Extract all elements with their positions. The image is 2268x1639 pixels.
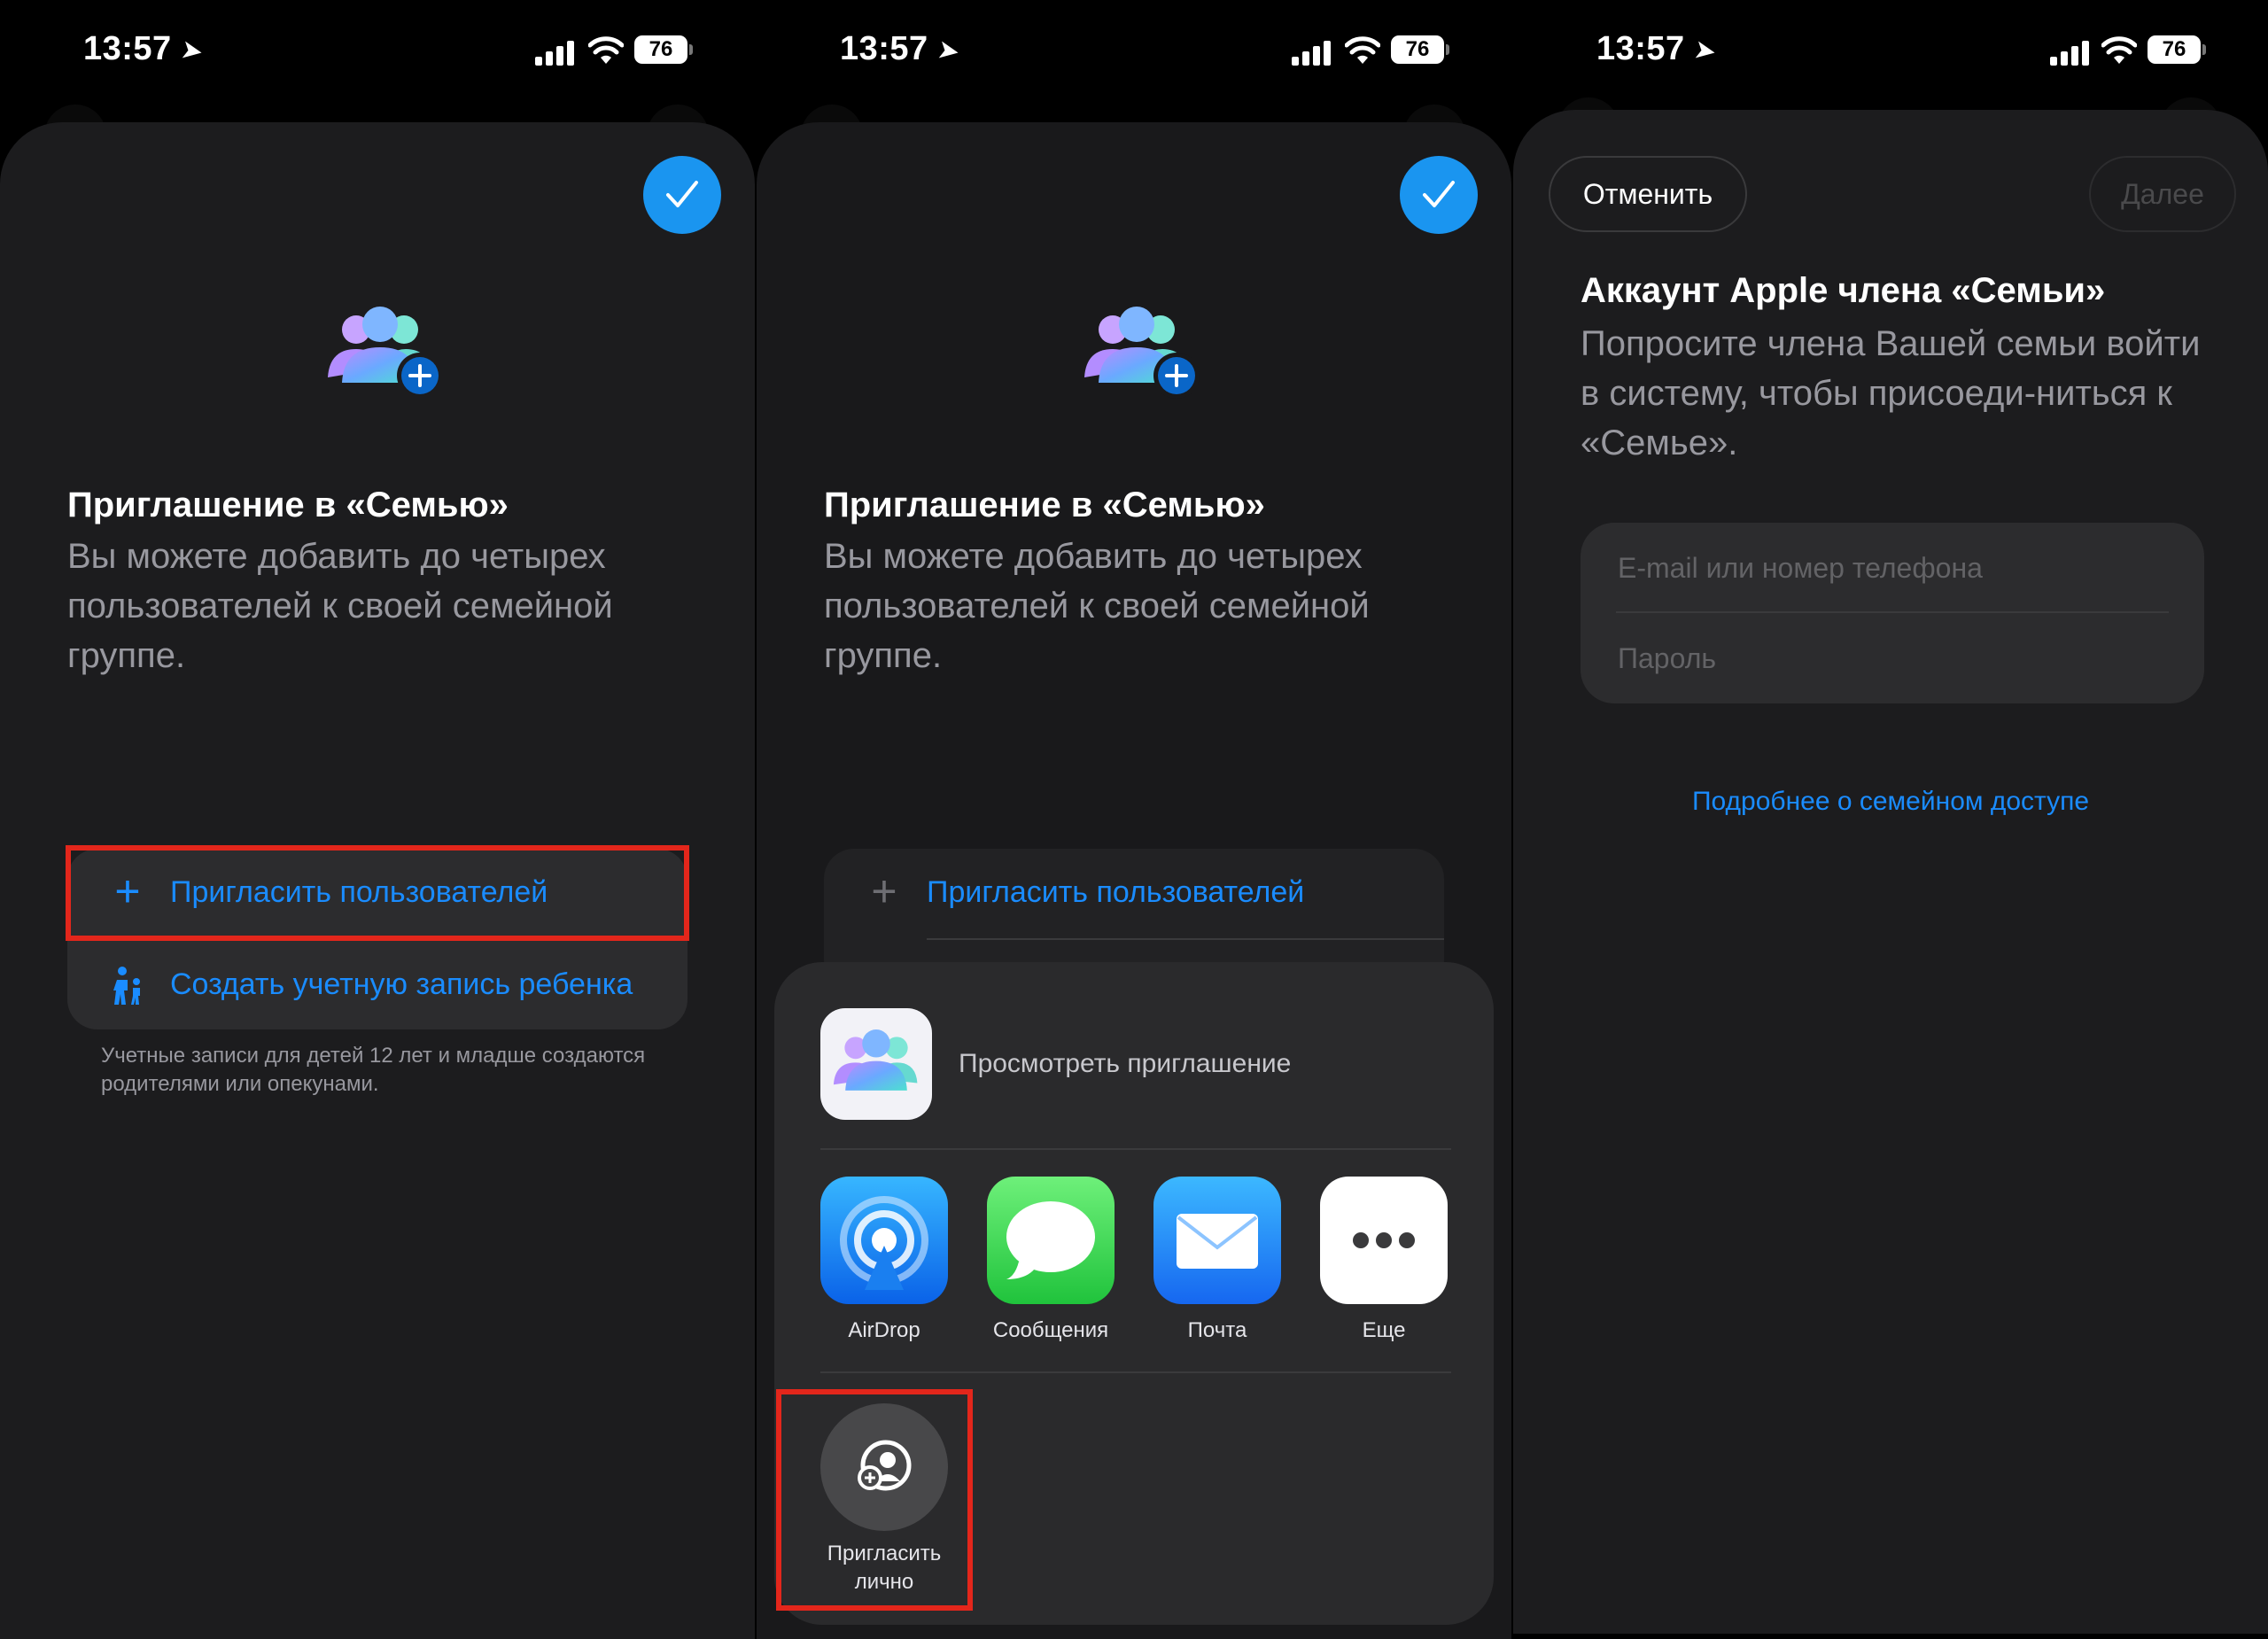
more-label: Еще [1362,1318,1406,1342]
share-messages-button[interactable]: Сообщения [987,1177,1115,1343]
airdrop-icon [820,1177,948,1304]
cellular-signal-icon [535,39,578,66]
invitation-preview-thumbnail[interactable] [820,1008,932,1120]
status-time: 13:57 ➤ [1596,30,1720,67]
invite-users-button[interactable]: + Пригласить пользователей [824,849,1444,937]
status-time: 13:57 ➤ [840,30,963,67]
page-title: Аккаунт Apple члена «Семьи» [1581,271,2106,310]
battery-icon: 76 [2148,35,2206,64]
share-mail-button[interactable]: Почта [1153,1177,1281,1343]
cellular-signal-icon [1292,39,1334,66]
wifi-icon [2101,36,2137,64]
divider [1616,611,2169,613]
checkmark-icon [1423,181,1455,207]
mail-label: Почта [1187,1318,1247,1342]
highlight-box [776,1389,973,1611]
create-child-account-label: Создать учетную запись ребенка [170,967,633,1001]
share-more-button[interactable]: Еще [1320,1177,1448,1343]
screen-member-sign-in: 13:57 ➤ 76 Отменить Далее Аккаунт Apple ч… [1513,0,2268,1639]
family-add-icon [328,307,443,399]
view-invitation-label[interactable]: Просмотреть приглашение [959,1049,1291,1079]
wifi-icon [588,36,624,64]
more-icon [1320,1177,1448,1304]
password-field[interactable] [1616,631,2169,686]
family-add-icon [1084,307,1200,399]
checkmark-icon [666,181,698,207]
sign-in-form [1581,523,2204,703]
invite-users-label: Пригласить пользователей [927,875,1305,909]
wifi-icon [1345,36,1380,64]
location-arrow-icon: ➤ [935,35,963,67]
divider [927,938,1444,940]
screen-family-invite: 13:57 ➤ 76 Приглашение в «Семью» Вы может… [0,0,755,1639]
family-sharing-info-link[interactable]: Подробнее о семейном доступе [1513,787,2268,817]
page-title: Приглашение в «Семью» [67,485,509,524]
highlight-box [66,845,689,941]
messages-label: Сообщения [992,1318,1109,1342]
page-title: Приглашение в «Семью» [824,485,1265,524]
email-field[interactable] [1616,540,2169,595]
airdrop-label: AirDrop [848,1318,920,1342]
location-arrow-icon: ➤ [178,35,206,67]
location-arrow-icon: ➤ [1691,35,1720,67]
cancel-button[interactable]: Отменить [1549,156,1747,232]
divider [820,1371,1451,1373]
status-bar: 13:57 ➤ 76 [0,0,755,106]
cellular-signal-icon [2050,39,2093,66]
screen-share-sheet: 13:57 ➤ 76 Приглашение в «Семью» Вы может… [757,0,1511,1639]
footnote: Учетные записи для детей 12 лет и младше… [101,1044,646,1096]
mail-icon [1153,1177,1281,1304]
page-description: Вы можете добавить до четырех пользовате… [67,537,613,675]
battery-icon: 76 [1391,35,1449,64]
child-icon [113,967,140,1005]
family-icon [833,1029,918,1091]
share-airdrop-button[interactable]: AirDrop [820,1177,948,1343]
create-child-account-button[interactable]: Создать учетную запись ребенка [67,941,687,1029]
status-time: 13:57 ➤ [83,30,206,67]
done-check-button[interactable] [1400,156,1478,234]
done-check-button[interactable] [643,156,721,234]
status-bar: 13:57 ➤ 76 [757,0,1511,106]
divider [820,1148,1451,1150]
status-bar: 13:57 ➤ 76 [1513,0,2268,106]
battery-icon: 76 [634,35,693,64]
next-button[interactable]: Далее [2089,156,2236,232]
page-description: Попросите члена Вашей семьи войти в сист… [1581,324,2201,462]
messages-icon [987,1177,1115,1304]
page-description: Вы можете добавить до четырех пользовате… [824,537,1370,675]
plus-icon: + [871,866,897,916]
